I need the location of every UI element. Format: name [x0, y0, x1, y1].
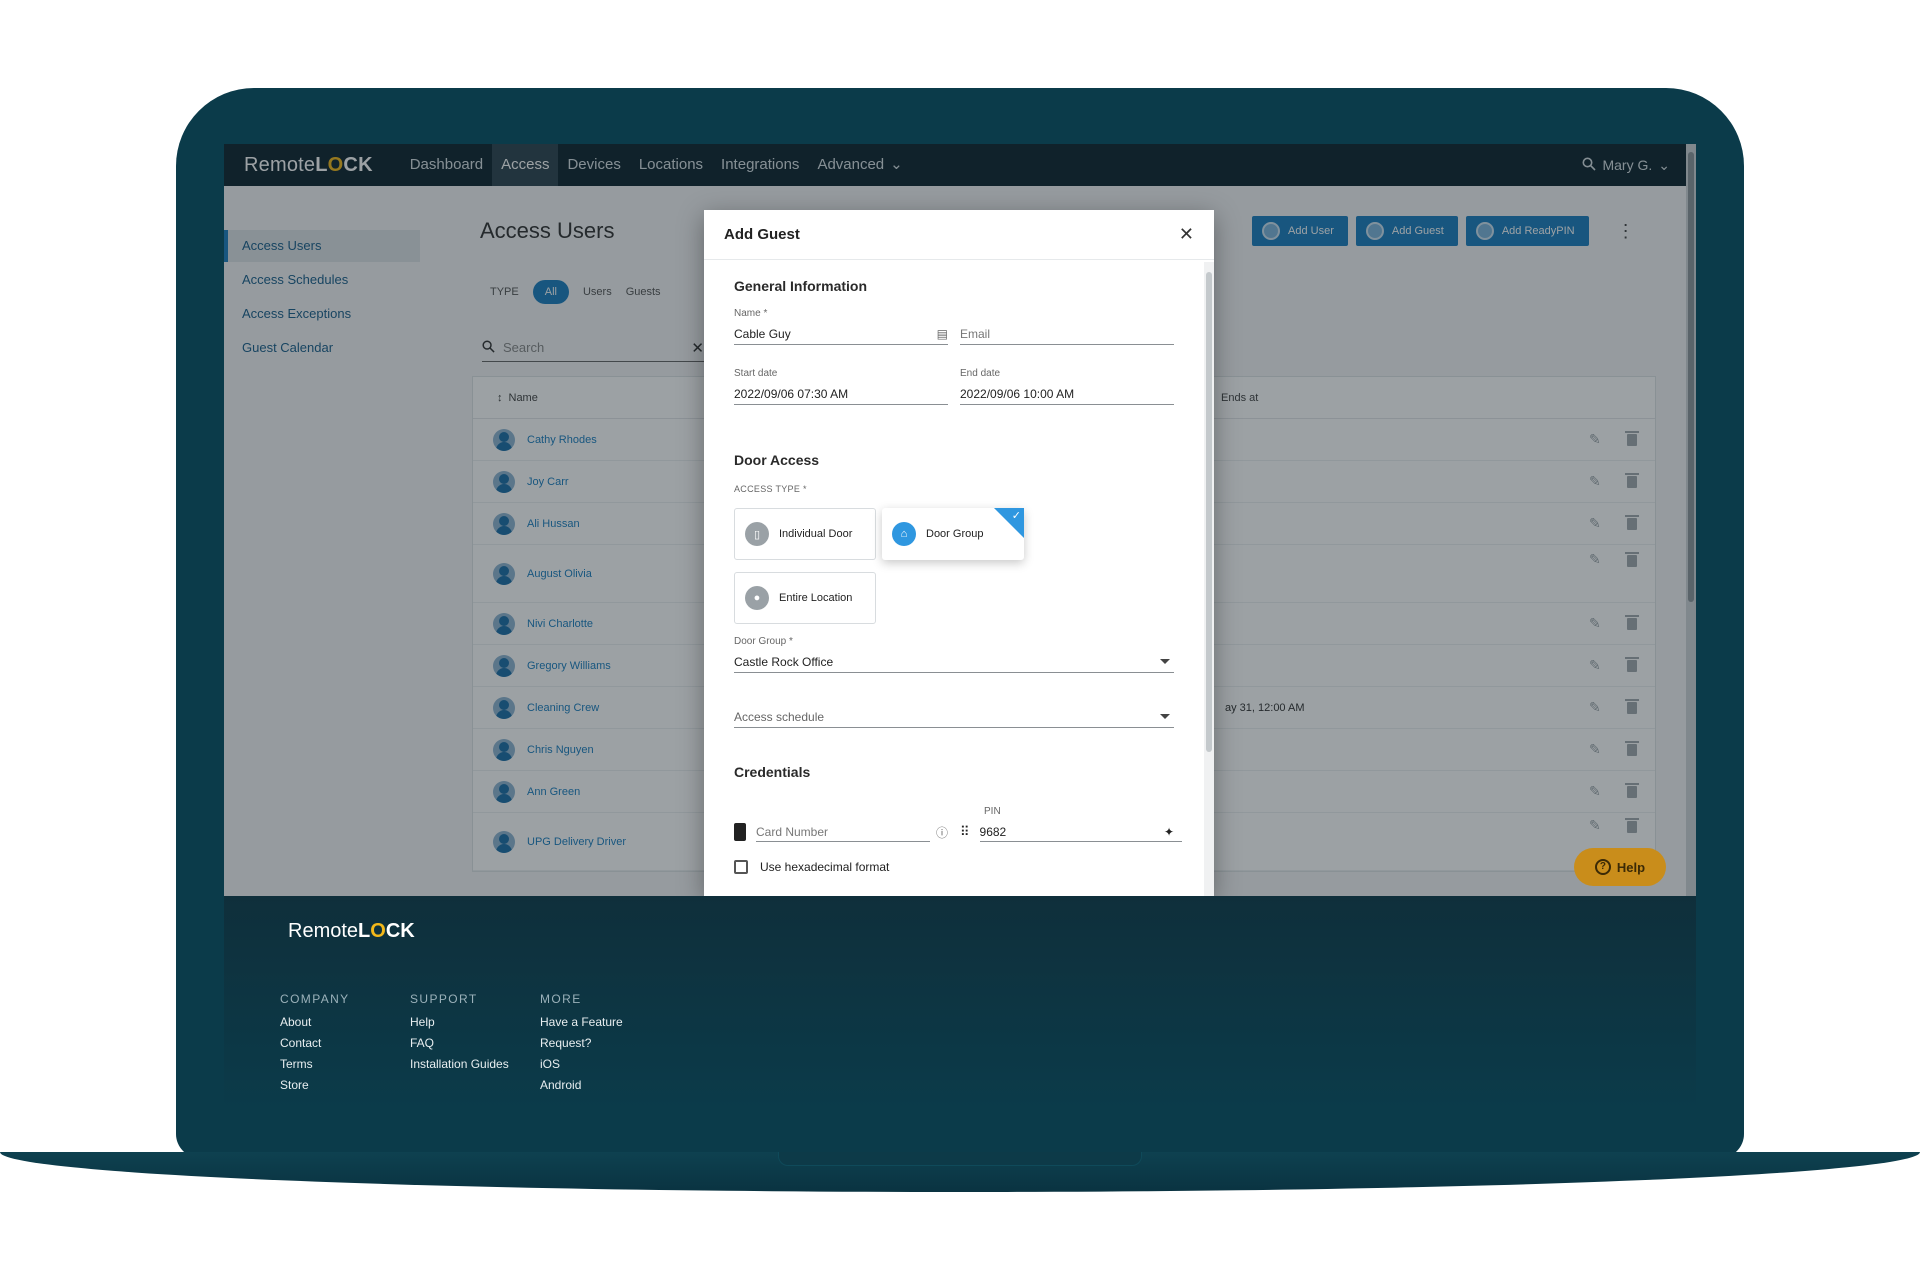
- footer-logo-text: Remote: [288, 920, 359, 942]
- keypad-icon: ⠿: [960, 824, 970, 839]
- card-icon: [734, 823, 746, 841]
- card-number-field[interactable]: Card Number ⓘ: [734, 806, 948, 843]
- access-type-entire-location[interactable]: ● Entire Location: [734, 572, 876, 624]
- footer-link-request[interactable]: Request?: [540, 1033, 623, 1054]
- dialog-body: General Information Name * Cable Guy ▤ E…: [704, 260, 1214, 896]
- name-field[interactable]: Name * Cable Guy ▤: [734, 308, 948, 345]
- footer-column-company: COMPANY About Contact Terms Store: [280, 992, 350, 1096]
- access-schedule-select-box[interactable]: Access schedule: [734, 706, 1174, 728]
- email-input-row[interactable]: Email: [960, 323, 1174, 345]
- email-field[interactable]: Email: [960, 308, 1174, 345]
- checkmark-icon: ✓: [1011, 510, 1021, 522]
- hex-format-label: Use hexadecimal format: [760, 860, 890, 874]
- location-pin-icon: ●: [745, 586, 769, 610]
- door-group-select-label: Door Group *: [734, 636, 793, 647]
- pin-row[interactable]: ⠿ 9682 ✦: [960, 821, 1182, 843]
- individual-door-label: Individual Door: [779, 528, 853, 540]
- pin-field[interactable]: PIN ⠿ 9682 ✦: [960, 806, 1182, 843]
- pin-input[interactable]: 9682: [979, 822, 1182, 842]
- name-input[interactable]: Cable Guy: [734, 327, 791, 341]
- pin-label: PIN: [984, 806, 1001, 817]
- end-date-input-row[interactable]: 2022/09/06 10:00 AM: [960, 383, 1174, 405]
- end-date-input[interactable]: 2022/09/06 10:00 AM: [960, 387, 1074, 401]
- access-schedule-placeholder: Access schedule: [734, 709, 825, 724]
- footer-link-ios[interactable]: iOS: [540, 1054, 623, 1075]
- card-number-row[interactable]: Card Number ⓘ: [734, 821, 948, 843]
- help-label: Help: [1616, 859, 1646, 875]
- name-label: Name *: [734, 308, 768, 319]
- card-number-input[interactable]: Card Number: [756, 822, 930, 842]
- entire-location-label: Entire Location: [779, 592, 853, 604]
- door-group-label: Door Group: [926, 528, 984, 540]
- footer-logo-l: L: [358, 920, 371, 942]
- footer-link-about[interactable]: About: [280, 1012, 350, 1033]
- footer-heading-support: SUPPORT: [410, 992, 478, 1006]
- footer-link-terms[interactable]: Terms: [280, 1054, 350, 1075]
- site-footer: RemoteLOCK COMPANY About Contact Terms S…: [224, 896, 1696, 1110]
- email-input[interactable]: Email: [960, 327, 990, 341]
- footer-link-faq[interactable]: FAQ: [410, 1033, 509, 1054]
- name-input-row[interactable]: Cable Guy ▤: [734, 323, 948, 345]
- access-schedule-select[interactable]: Access schedule: [734, 706, 1174, 728]
- footer-heading-company: COMPANY: [280, 992, 350, 1006]
- access-type-individual-door[interactable]: ▯ Individual Door: [734, 508, 876, 560]
- start-date-input[interactable]: 2022/09/06 07:30 AM: [734, 387, 848, 401]
- dropdown-arrow-icon: [1160, 714, 1170, 719]
- dialog-title: Add Guest: [724, 226, 800, 243]
- footer-link-store[interactable]: Store: [280, 1075, 350, 1096]
- contact-card-icon[interactable]: ▤: [937, 327, 948, 341]
- magic-wand-icon[interactable]: ✦: [1164, 825, 1174, 839]
- door-group-value: Castle Rock Office: [734, 654, 834, 669]
- hex-format-checkbox[interactable]: [734, 860, 748, 874]
- card-number-label-spacer: [734, 806, 948, 817]
- footer-column-support: SUPPORT Help FAQ Installation Guides: [410, 992, 509, 1075]
- footer-heading-more: MORE: [540, 992, 582, 1006]
- dropdown-arrow-icon: [1160, 659, 1170, 664]
- footer-logo-ck: CK: [385, 920, 415, 942]
- door-group-select[interactable]: Door Group * Castle Rock Office: [734, 636, 1174, 673]
- hex-format-option[interactable]: Use hexadecimal format: [734, 860, 889, 874]
- footer-link-contact[interactable]: Contact: [280, 1033, 350, 1054]
- add-guest-dialog: Add Guest ✕ General Information Name * C…: [704, 210, 1214, 896]
- footer-link-android[interactable]: Android: [540, 1075, 623, 1096]
- footer-link-feature[interactable]: Have a Feature: [540, 1012, 623, 1033]
- footer-logo[interactable]: RemoteLOCK: [288, 920, 415, 943]
- footer-link-installation-guides[interactable]: Installation Guides: [410, 1054, 509, 1075]
- credentials-heading: Credentials: [734, 764, 811, 780]
- email-label-spacer: [960, 308, 1174, 319]
- end-date-field[interactable]: End date 2022/09/06 10:00 AM: [960, 368, 1174, 405]
- footer-logo-o: O: [370, 920, 386, 942]
- access-type-label: ACCESS TYPE *: [734, 484, 807, 494]
- door-group-select-box[interactable]: Castle Rock Office: [734, 651, 1174, 673]
- access-type-door-group[interactable]: ⌂ Door Group ✓: [882, 508, 1024, 560]
- footer-column-more: MORE Have a Feature Request? iOS Android: [540, 992, 623, 1096]
- start-date-input-row[interactable]: 2022/09/06 07:30 AM: [734, 383, 948, 405]
- screenshot-stage: RemoteLOCK Dashboard Access Devices Loca…: [0, 0, 1920, 1280]
- door-group-icon: ⌂: [892, 522, 916, 546]
- question-icon: ?: [1594, 859, 1611, 875]
- start-date-label: Start date: [734, 368, 778, 379]
- laptop-screen: RemoteLOCK Dashboard Access Devices Loca…: [224, 144, 1696, 1110]
- end-date-label: End date: [960, 368, 1001, 379]
- laptop-notch: [778, 1152, 1142, 1166]
- general-information-heading: General Information: [734, 278, 868, 294]
- footer-link-help[interactable]: Help: [410, 1012, 509, 1033]
- close-icon[interactable]: ✕: [1179, 224, 1194, 245]
- start-date-field[interactable]: Start date 2022/09/06 07:30 AM: [734, 368, 948, 405]
- help-button[interactable]: ? Help: [1574, 848, 1666, 886]
- info-icon[interactable]: ⓘ: [936, 824, 948, 841]
- door-access-heading: Door Access: [734, 452, 820, 468]
- door-icon: ▯: [745, 522, 769, 546]
- dialog-header: Add Guest ✕: [704, 210, 1214, 260]
